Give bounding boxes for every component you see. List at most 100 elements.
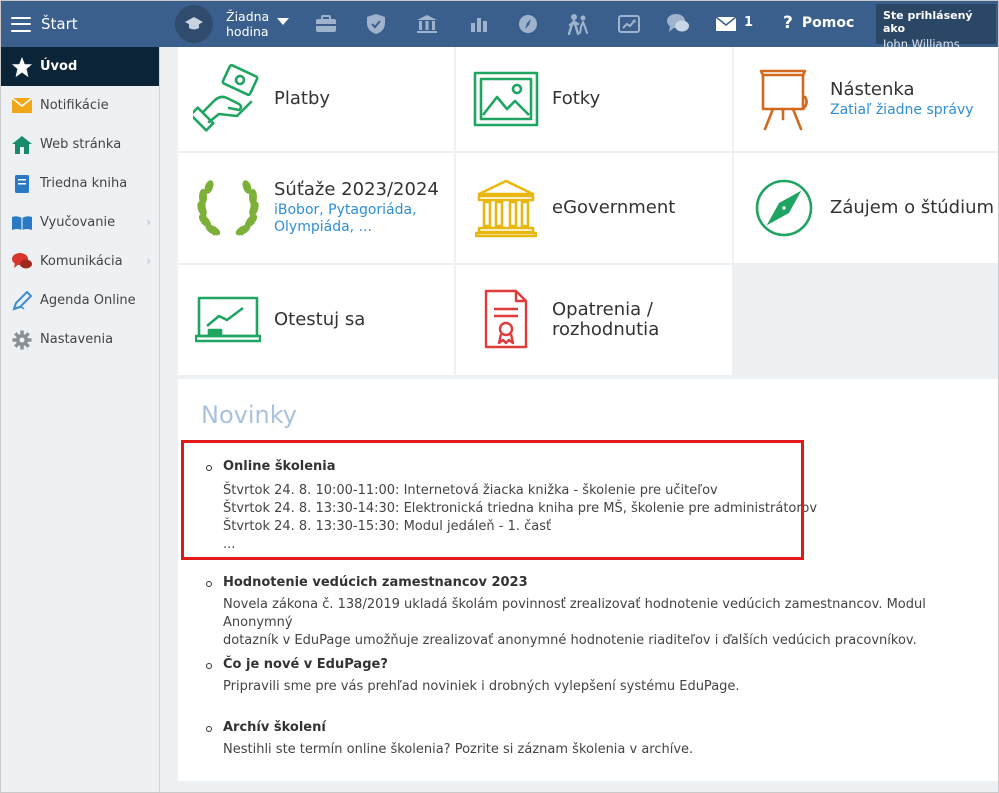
- sidebar-item-label: Web stránka: [40, 137, 122, 152]
- certificate-icon: [460, 274, 552, 366]
- government-building-icon: [460, 162, 552, 254]
- tile-title: Fotky: [552, 88, 601, 109]
- bullet-icon: [206, 465, 212, 471]
- sidebar-item-uvod[interactable]: Úvod: [1, 47, 159, 86]
- tile-otestuj-sa[interactable]: Otestuj sa: [178, 265, 454, 375]
- app-window: Štart Žiadna hodina 1 ? Pomoc Ste prihlá…: [0, 0, 999, 793]
- graduation-cap-icon[interactable]: [175, 5, 213, 43]
- start-menu-button[interactable]: Štart: [1, 1, 159, 47]
- chevron-right-icon: ›: [146, 254, 151, 268]
- period-line1: Žiadna: [226, 9, 270, 24]
- news-item-line: Novela zákona č. 138/2019 ukladá školám …: [223, 597, 926, 630]
- sidebar-item-triedna-kniha[interactable]: Triedna kniha: [1, 164, 159, 203]
- chat-icon[interactable]: [665, 11, 691, 37]
- bank-icon[interactable]: [414, 11, 440, 37]
- news-item-title[interactable]: Čo je nové v EduPage?: [223, 657, 740, 672]
- chevron-right-icon: ›: [146, 215, 151, 229]
- logged-in-label: Ste prihlásený ako: [883, 9, 973, 35]
- sidebar-item-label: Agenda Online: [40, 293, 136, 308]
- help-label: Pomoc: [801, 15, 855, 31]
- sidebar-item-notifikacie[interactable]: Notifikácie: [1, 86, 159, 125]
- news-item-line: Pripravili sme pre vás prehľad noviniek …: [223, 679, 740, 694]
- bullet-icon: [206, 726, 212, 732]
- star-icon: [11, 56, 33, 78]
- tile-title: Platby: [274, 88, 331, 109]
- gear-icon: [11, 329, 33, 351]
- tile-title: eGovernment: [552, 197, 676, 218]
- home-icon: [11, 134, 33, 156]
- picture-icon: [460, 53, 552, 145]
- period-line2: hodina: [226, 24, 269, 39]
- sidebar: Úvod Notifikácie Web stránka Triedna kni…: [1, 47, 160, 792]
- news-panel: Novinky Online školenia Štvrtok 24. 8. 1…: [178, 379, 998, 781]
- chat-icon: [11, 251, 33, 273]
- tile-sutaze[interactable]: Súťaže 2023/2024 iBobor, Pytagoriáda, Ol…: [178, 153, 454, 263]
- book-icon: [11, 173, 33, 195]
- tile-platby[interactable]: Platby: [178, 47, 454, 151]
- news-item-line: ...: [223, 537, 236, 552]
- sidebar-item-label: Úvod: [40, 59, 78, 74]
- envelope-icon[interactable]: [713, 11, 739, 37]
- sidebar-item-web-stranka[interactable]: Web stránka: [1, 125, 159, 164]
- news-heading: Novinky: [201, 401, 297, 429]
- sidebar-item-label: Notifikácie: [40, 98, 109, 113]
- tile-title: Otestuj sa: [274, 309, 366, 330]
- shield-icon[interactable]: [363, 11, 389, 37]
- tile-subtitle-link[interactable]: iBobor, Pytagoriáda, Olympiáda, ...: [274, 202, 424, 236]
- help-button[interactable]: ? Pomoc: [783, 13, 854, 33]
- news-item: Hodnotenie vedúcich zamestnancov 2023 No…: [206, 575, 998, 650]
- compass-icon: [738, 162, 830, 254]
- bar-chart-icon[interactable]: [466, 11, 492, 37]
- tile-nastenka[interactable]: Nástenka Zatiaľ žiadne správy: [734, 47, 998, 151]
- chalkboard-icon: [182, 274, 274, 366]
- sidebar-item-komunikacia[interactable]: Komunikácia ›: [1, 242, 159, 281]
- chevron-down-icon[interactable]: [277, 18, 289, 25]
- people-icon[interactable]: [565, 11, 591, 37]
- hamburger-icon: [11, 16, 31, 32]
- tile-title: Súťaže 2023/2024: [274, 179, 439, 200]
- compass-icon[interactable]: [515, 11, 541, 37]
- news-item: Archív školení Nestihli ste termín onlin…: [206, 720, 693, 759]
- tile-title: Opatrenia / rozhodnutia: [552, 299, 660, 340]
- sidebar-item-nastavenia[interactable]: Nastavenia: [1, 320, 159, 359]
- news-item-title[interactable]: Online školenia: [223, 459, 817, 474]
- news-item-line: Nestihli ste termín online školenia? Poz…: [223, 742, 694, 757]
- sidebar-item-label: Nastavenia: [40, 332, 114, 347]
- sidebar-item-agenda-online[interactable]: Agenda Online: [1, 281, 159, 320]
- message-count-badge: 1: [744, 15, 754, 30]
- news-item-line: Štvrtok 24. 8. 13:30-14:30: Elektronická…: [223, 501, 818, 516]
- sidebar-item-label: Komunikácia: [40, 254, 123, 269]
- start-label: Štart: [41, 15, 78, 33]
- news-item-title[interactable]: Archív školení: [223, 720, 693, 735]
- question-icon: ?: [783, 13, 793, 33]
- envelope-icon: [11, 95, 33, 117]
- sidebar-item-label: Triedna kniha: [40, 176, 128, 191]
- laurel-icon: [182, 162, 274, 254]
- news-item-title[interactable]: Hodnotenie vedúcich zamestnancov 2023: [223, 575, 998, 590]
- briefcase-icon[interactable]: [313, 11, 339, 37]
- bullet-icon: [206, 663, 212, 669]
- news-item: Čo je nové v EduPage? Pripravili sme pre…: [206, 657, 740, 696]
- tile-title: Záujem o štúdium: [830, 197, 995, 218]
- user-account-box[interactable]: Ste prihlásený ako John Williams: [876, 4, 996, 51]
- sidebar-item-vyucovanie[interactable]: Vyučovanie ›: [1, 203, 159, 242]
- tile-opatrenia[interactable]: Opatrenia / rozhodnutia: [456, 265, 732, 375]
- sidebar-item-label: Vyučovanie: [40, 215, 116, 230]
- news-item-line: Štvrtok 24. 8. 13:30-15:30: Modul jedále…: [223, 519, 552, 534]
- cast-icon[interactable]: [616, 11, 642, 37]
- top-bar: Štart Žiadna hodina 1 ? Pomoc Ste prihlá…: [1, 1, 998, 51]
- current-period[interactable]: Žiadna hodina: [226, 9, 269, 39]
- news-item: Online školenia Štvrtok 24. 8. 10:00-11:…: [206, 459, 817, 554]
- tile-fotky[interactable]: Fotky: [456, 47, 732, 151]
- bullet-icon: [206, 581, 212, 587]
- tile-title: Nástenka: [830, 78, 915, 100]
- pen-icon: [11, 290, 33, 312]
- app-tiles-grid: Platby Fotky Nástenka Zatiaľ žiadne sprá…: [178, 47, 998, 375]
- money-hand-icon: [182, 53, 274, 145]
- tile-subtitle-link[interactable]: Zatiaľ žiadne správy: [830, 102, 974, 119]
- news-item-line: Štvrtok 24. 8. 10:00-11:00: Internetová …: [223, 483, 718, 498]
- tile-egovernment[interactable]: eGovernment: [456, 153, 732, 263]
- board-icon: [738, 53, 830, 145]
- news-item-line: dotazník v EduPage umožňuje zrealizovať …: [223, 633, 917, 648]
- tile-zaujem-o-studium[interactable]: Záujem o štúdium: [734, 153, 998, 263]
